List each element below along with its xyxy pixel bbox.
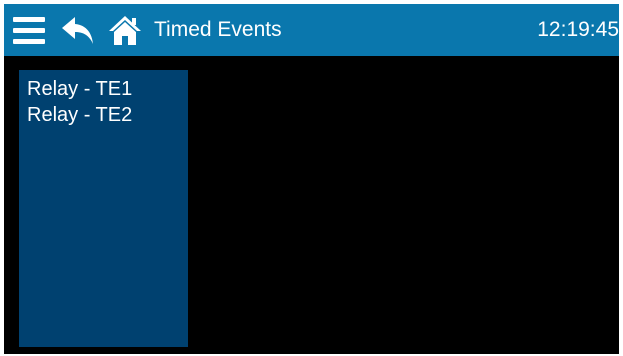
device-screen: Timed Events 12:19:45 Relay - TE1 Relay … — [4, 4, 619, 354]
menu-button[interactable] — [13, 14, 45, 46]
hamburger-menu-icon — [13, 17, 45, 22]
home-icon — [109, 16, 141, 45]
clock-display: 12:19:45 — [537, 18, 619, 41]
timed-events-list: Relay - TE1 Relay - TE2 — [19, 70, 188, 347]
back-arrow-icon — [62, 17, 93, 44]
page-title: Timed Events — [154, 18, 282, 41]
list-item-relay-te1[interactable]: Relay - TE1 — [19, 76, 188, 102]
back-button[interactable] — [61, 16, 95, 46]
top-bar: Timed Events 12:19:45 — [4, 4, 619, 56]
list-item-relay-te2[interactable]: Relay - TE2 — [19, 102, 188, 128]
home-button[interactable] — [108, 14, 142, 46]
